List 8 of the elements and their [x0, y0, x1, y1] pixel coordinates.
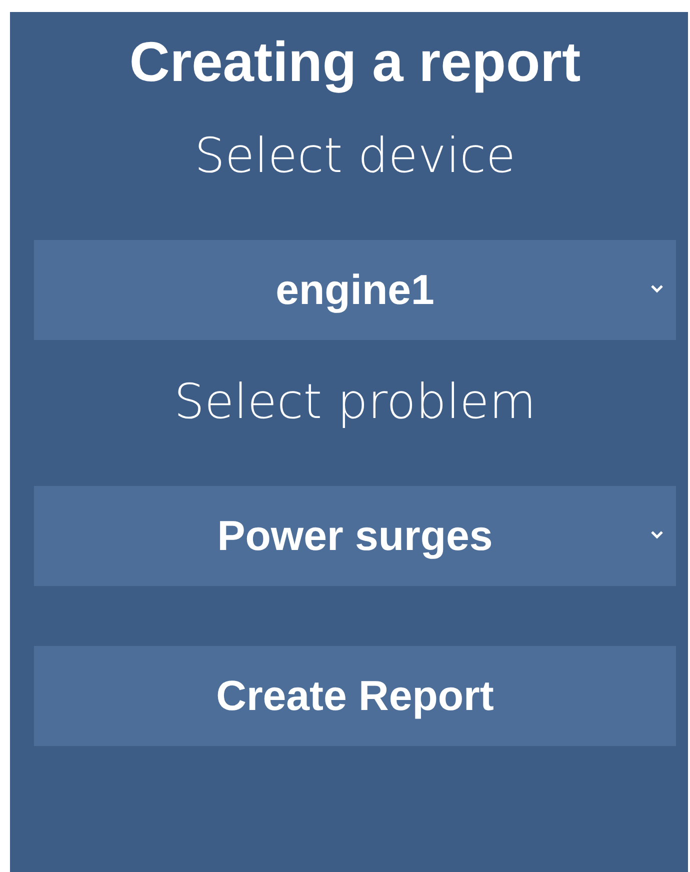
dropdown[interactable]: engine1: [34, 240, 676, 340]
field-label: Select problem: [174, 373, 536, 432]
dropdown[interactable]: Power surges: [34, 486, 676, 586]
field-label: Select device: [194, 127, 516, 186]
chevron-icon: [650, 530, 664, 540]
create-report-button[interactable]: Create Report: [34, 646, 676, 746]
chevron-icon: [650, 284, 664, 294]
form-title: Creating a report: [128, 30, 582, 94]
